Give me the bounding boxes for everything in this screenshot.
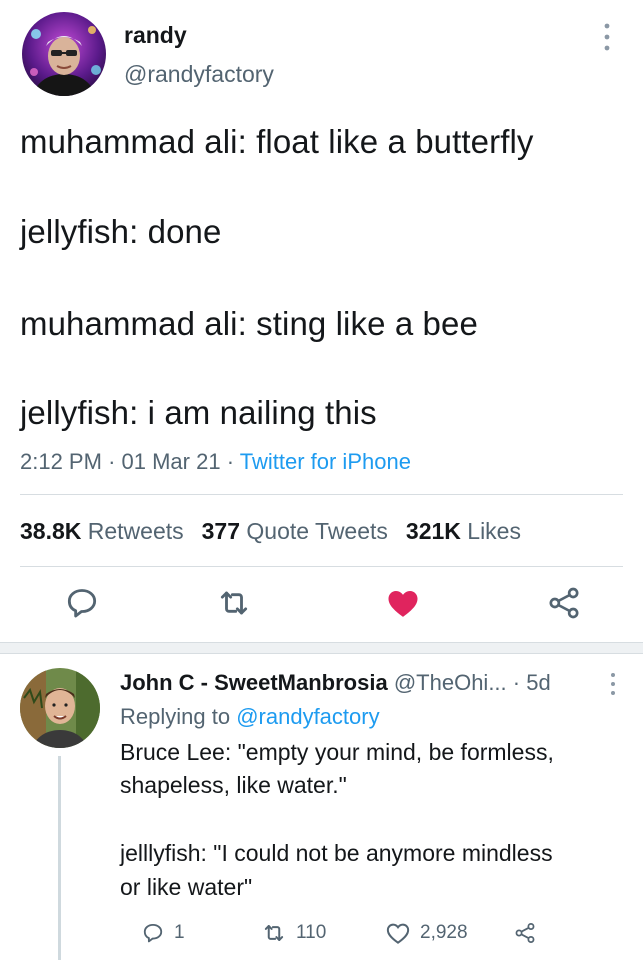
avatar-image: [22, 12, 106, 96]
reply-icon: [143, 923, 163, 943]
avatar[interactable]: [22, 12, 106, 96]
meta-separator: ·: [108, 449, 116, 474]
reply-display-name[interactable]: John C - SweetManbrosia: [120, 670, 388, 695]
thread-line: [58, 756, 61, 960]
retweets-label: Retweets: [87, 518, 184, 544]
tweet-stats: 38.8K Retweets 377 Quote Tweets 321K Likes: [20, 518, 521, 545]
replying-prefix: Replying to: [120, 704, 231, 729]
reply-handle[interactable]: @TheOhi...: [394, 670, 507, 695]
reply-avatar-image: [20, 668, 100, 748]
more-options-icon[interactable]: [602, 22, 612, 52]
tweet-text-line: muhammad ali: sting like a bee: [20, 305, 478, 342]
reply-text-line: or like water": [120, 874, 253, 900]
tweet-date[interactable]: 01 Mar 21: [122, 449, 221, 474]
quotes-stat[interactable]: 377 Quote Tweets: [202, 518, 388, 544]
tweet-text-line: muhammad ali: float like a butterfly: [20, 123, 534, 160]
quotes-count: 377: [201, 518, 241, 544]
quotes-label: Quote Tweets: [246, 518, 388, 544]
tweet-text-line: jellyfish: done: [20, 213, 222, 250]
reply-count: 1: [174, 922, 185, 943]
likes-count: 321K: [405, 518, 461, 544]
reply-age: · 5d: [512, 670, 551, 695]
reply-text-line: shapeless, like water.": [120, 772, 347, 798]
divider: [20, 566, 623, 567]
like-count: 2,928: [420, 922, 468, 943]
retweet-count: 110: [296, 922, 327, 943]
replying-mention[interactable]: @randyfactory: [236, 704, 379, 729]
retweets-stat[interactable]: 38.8K Retweets: [20, 518, 184, 544]
share-icon: [515, 923, 535, 943]
reply-avatar[interactable]: [20, 668, 100, 748]
meta-separator: ·: [226, 449, 235, 474]
divider: [20, 494, 623, 495]
reply-reply-button[interactable]: 1: [140, 916, 185, 950]
reply-icon[interactable]: [62, 583, 102, 623]
retweets-count: 38.8K: [20, 518, 82, 544]
more-options-icon[interactable]: [609, 672, 617, 696]
reply-retweet-button[interactable]: 110: [260, 916, 326, 950]
tweet-source[interactable]: Twitter for iPhone: [240, 449, 411, 474]
replying-to: Replying to @randyfactory: [120, 704, 380, 730]
display-name[interactable]: randy: [124, 22, 187, 49]
retweet-icon[interactable]: [214, 583, 254, 623]
reply-share-button[interactable]: [512, 916, 538, 950]
retweet-icon: [264, 925, 284, 941]
likes-label: Likes: [467, 518, 521, 544]
like-icon-filled[interactable]: [383, 583, 423, 623]
reply-like-button[interactable]: 2,928: [384, 916, 468, 950]
reply-text-line: jelllyfish: "I could not be anymore mind…: [120, 840, 553, 866]
tweet-metadata: 2:12 PM · 01 Mar 21 · Twitter for iPhone: [20, 449, 411, 475]
tweet-text-line: jellyfish: i am nailing this: [20, 394, 377, 431]
tweet-time[interactable]: 2:12 PM: [20, 449, 102, 474]
share-icon[interactable]: [544, 583, 584, 623]
reply-header: John C - SweetManbrosia @TheOhi... · 5d: [120, 670, 551, 696]
user-handle[interactable]: @randyfactory: [124, 61, 274, 88]
likes-stat[interactable]: 321K Likes: [406, 518, 521, 544]
like-icon: [386, 923, 410, 944]
reply-text-line: Bruce Lee: "empty your mind, be formless…: [120, 739, 554, 765]
section-separator: [0, 642, 643, 654]
